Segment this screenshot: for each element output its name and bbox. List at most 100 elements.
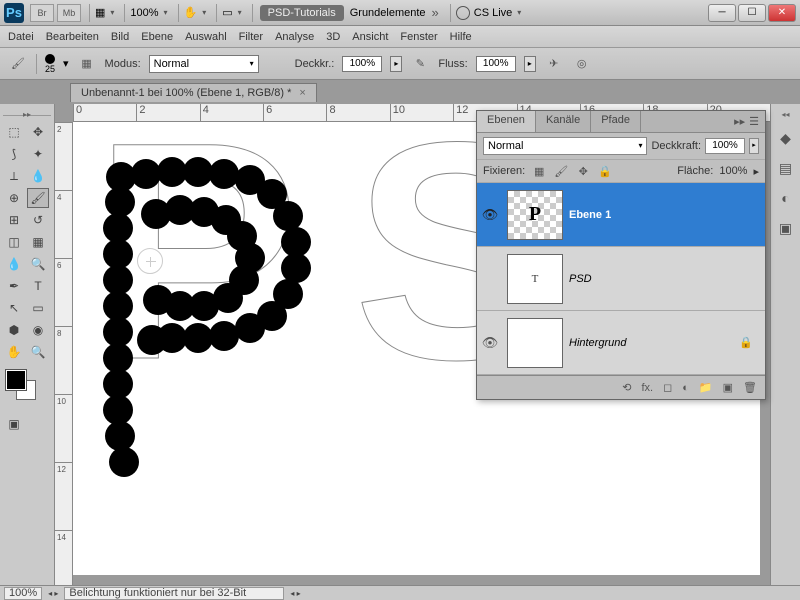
new-layer-icon[interactable]: ▣ [723, 381, 733, 394]
flow-input[interactable]: 100% [476, 56, 516, 72]
lock-position-icon[interactable]: ✥ [575, 163, 591, 179]
layout-icon[interactable]: ▦ [95, 6, 105, 19]
brush-panel-icon[interactable]: ▦ [77, 54, 97, 74]
panel-menu-icon[interactable]: ☰ [749, 115, 759, 128]
crop-tool[interactable]: ⟂ [3, 166, 25, 186]
photoshop-logo: Ps [4, 3, 24, 23]
color-panel-icon[interactable]: ◆ [775, 127, 797, 149]
brush-tool[interactable]: 🖌 [27, 188, 49, 208]
hand-tool[interactable]: ✋ [3, 342, 25, 362]
tab-pfade[interactable]: Pfade [591, 111, 641, 132]
workspace-label[interactable]: Grundelemente [350, 7, 426, 19]
adjustments-panel-icon[interactable]: ◐ [775, 187, 797, 209]
pressure-size-icon[interactable]: ◎ [572, 54, 592, 74]
fx-icon[interactable]: fx. [642, 382, 654, 394]
gradient-tool[interactable]: ▦ [27, 232, 49, 252]
brush-strokes [101, 157, 311, 487]
wand-tool[interactable]: ✦ [27, 144, 49, 164]
pressure-opacity-icon[interactable]: ✎ [410, 54, 430, 74]
path-tool[interactable]: ↖ [3, 298, 25, 318]
delete-icon[interactable]: 🗑 [743, 381, 757, 394]
lock-pixels-icon[interactable]: 🖌 [553, 163, 569, 179]
close-tab-icon[interactable]: × [299, 87, 305, 99]
screen-icon[interactable]: ▭ [222, 6, 232, 19]
menu-datei[interactable]: Datei [8, 31, 34, 43]
menu-hilfe[interactable]: Hilfe [450, 31, 472, 43]
mask-icon[interactable]: ◻ [663, 381, 672, 394]
eyedropper-tool[interactable]: 💧 [27, 166, 49, 186]
history-brush-tool[interactable]: ↺ [27, 210, 49, 230]
opacity-stepper[interactable]: ▸ [390, 56, 402, 72]
menu-ebene[interactable]: Ebene [141, 31, 173, 43]
marquee-tool[interactable]: ⬚ [3, 122, 25, 142]
masks-panel-icon[interactable]: ▣ [775, 217, 797, 239]
title-bar: Ps Br Mb ▦▾ 100%▾ ✋▾ ▭▾ PSD-Tutorials Gr… [0, 0, 800, 26]
panel-collapse-icon[interactable]: ▸▸ [734, 115, 745, 128]
menu-fenster[interactable]: Fenster [400, 31, 437, 43]
opacity-input[interactable]: 100% [342, 56, 382, 72]
menu-ansicht[interactable]: Ansicht [352, 31, 388, 43]
group-icon[interactable]: 📁 [699, 381, 713, 394]
menu-bearbeiten[interactable]: Bearbeiten [46, 31, 99, 43]
cslive-icon [456, 6, 470, 20]
layer-opacity-input[interactable]: 100% [705, 138, 745, 154]
menu-analyse[interactable]: Analyse [275, 31, 314, 43]
blur-tool[interactable]: 💧 [3, 254, 25, 274]
type-tool[interactable]: T [27, 276, 49, 296]
layer-blend-select[interactable]: Normal [483, 137, 647, 155]
document-tabs: Unbenannt-1 bei 100% (Ebene 1, RGB/8) *× [0, 80, 800, 104]
layer-hintergrund[interactable]: 👁 Hintergrund 🔒 [477, 311, 765, 375]
tab-ebenen[interactable]: Ebenen [477, 111, 536, 132]
link-icon[interactable]: ⟲ [622, 381, 631, 394]
close-button[interactable]: ✕ [768, 4, 796, 22]
document-tab[interactable]: Unbenannt-1 bei 100% (Ebene 1, RGB/8) *× [70, 83, 317, 102]
quickmask-tool[interactable]: ▣ [3, 414, 25, 434]
stamp-tool[interactable]: ⊞ [3, 210, 25, 230]
lasso-tool[interactable]: ⟆ [3, 144, 25, 164]
brush-tool-icon[interactable]: 🖌 [8, 54, 28, 74]
blend-mode-select[interactable]: Normal [149, 55, 259, 73]
healing-tool[interactable]: ⊕ [3, 188, 25, 208]
status-zoom[interactable]: 100% [4, 587, 42, 600]
visibility-icon[interactable]: 👁 [479, 335, 501, 351]
cslive-label[interactable]: CS Live [474, 7, 513, 19]
layer-thumb[interactable]: T [507, 254, 563, 304]
3d-tool[interactable]: ⬢ [3, 320, 25, 340]
hand-icon[interactable]: ✋ [184, 6, 198, 19]
fill-input[interactable]: 100% [719, 165, 747, 177]
pen-tool[interactable]: ✒ [3, 276, 25, 296]
maximize-button[interactable]: ☐ [738, 4, 766, 22]
layer-thumb[interactable] [507, 318, 563, 368]
menu-filter[interactable]: Filter [239, 31, 263, 43]
menu-bild[interactable]: Bild [111, 31, 129, 43]
chevrons-icon[interactable]: » [432, 5, 439, 20]
dodge-tool[interactable]: 🔍 [27, 254, 49, 274]
shape-tool[interactable]: ▭ [27, 298, 49, 318]
eraser-tool[interactable]: ◫ [3, 232, 25, 252]
airbrush-icon[interactable]: ✈ [544, 54, 564, 74]
tab-kanaele[interactable]: Kanäle [536, 111, 591, 132]
fill-label: Fläche: [677, 165, 713, 177]
minimize-button[interactable]: ─ [708, 4, 736, 22]
lock-all-icon[interactable]: 🔒 [597, 163, 613, 179]
color-swatches[interactable] [3, 370, 51, 406]
swatches-panel-icon[interactable]: ▤ [775, 157, 797, 179]
3d-camera-tool[interactable]: ◉ [27, 320, 49, 340]
visibility-icon[interactable]: 👁 [479, 207, 501, 223]
menu-3d[interactable]: 3D [326, 31, 340, 43]
lock-transparency-icon[interactable]: ▦ [531, 163, 547, 179]
fg-color[interactable] [6, 370, 26, 390]
bridge-icon[interactable]: Br [30, 4, 54, 22]
zoom-value[interactable]: 100% [130, 7, 158, 19]
minibridge-icon[interactable]: Mb [57, 4, 81, 22]
adjust-icon[interactable]: ◐ [682, 382, 689, 394]
psd-tutorials-button[interactable]: PSD-Tutorials [260, 5, 344, 21]
brush-preview[interactable]: 25 [45, 54, 55, 74]
flow-stepper[interactable]: ▸ [524, 56, 536, 72]
layer-psd[interactable]: T PSD [477, 247, 765, 311]
zoom-tool[interactable]: 🔍 [27, 342, 49, 362]
move-tool[interactable]: ✥ [27, 122, 49, 142]
menu-auswahl[interactable]: Auswahl [185, 31, 227, 43]
layer-thumb[interactable]: P [507, 190, 563, 240]
layer-ebene1[interactable]: 👁 P Ebene 1 [477, 183, 765, 247]
